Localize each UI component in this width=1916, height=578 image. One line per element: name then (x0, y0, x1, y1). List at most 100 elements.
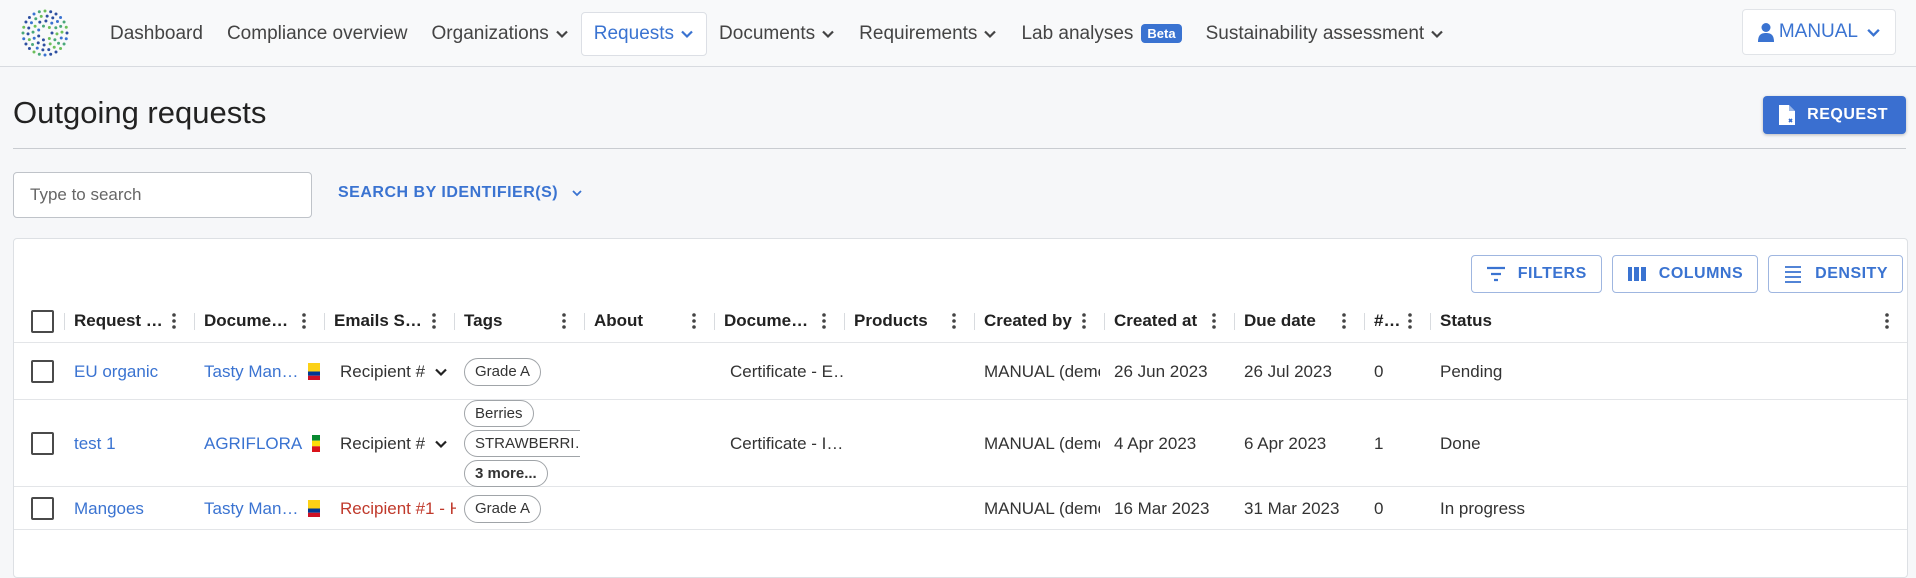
column-separator[interactable] (1104, 313, 1105, 330)
column-header-label: # … (1374, 311, 1400, 330)
column-header[interactable]: Created by (984, 299, 1074, 343)
column-menu-icon[interactable] (1408, 313, 1412, 329)
column-menu-icon[interactable] (1082, 313, 1086, 329)
logo-dot (31, 30, 35, 34)
density-button[interactable]: DENSITY (1768, 255, 1903, 293)
column-separator[interactable] (1364, 313, 1365, 330)
column-header[interactable]: Due date (1244, 299, 1334, 343)
column-header[interactable]: Products (854, 299, 944, 343)
column-menu-icon[interactable] (692, 313, 696, 329)
chevron-down-icon (572, 190, 582, 197)
logo-dot (44, 19, 48, 23)
logo-dot (27, 38, 31, 42)
nav-item-documents[interactable]: Documents (707, 12, 847, 56)
column-menu-icon[interactable] (172, 313, 176, 329)
logo-dot (33, 24, 37, 28)
logo-dot (37, 34, 41, 38)
logo-dot (37, 28, 41, 32)
email-status-select[interactable]: Recipient # (340, 434, 448, 454)
more-tags-chip[interactable]: 3 more... (464, 460, 548, 487)
document-provider-link[interactable]: Tasty Man… (204, 499, 298, 519)
logo-dot (34, 17, 38, 21)
column-header[interactable]: Request title (74, 299, 164, 343)
column-header[interactable]: Document p… (204, 299, 294, 343)
logo-dot (38, 20, 42, 24)
column-menu-icon[interactable] (432, 313, 436, 329)
created-by-text: MANUAL (demoag (984, 433, 1100, 453)
table-row[interactable]: Mangoes Tasty Man… Recipient #1 - H Grade A… (14, 487, 1907, 530)
new-request-button[interactable]: REQUEST (1763, 96, 1906, 134)
logo-dot (51, 16, 55, 20)
column-separator[interactable] (714, 313, 715, 330)
column-header[interactable]: Emails Stat… (334, 299, 424, 343)
column-header[interactable]: Document T… (724, 299, 814, 343)
column-header-label: Status (1440, 311, 1492, 330)
column-separator[interactable] (64, 313, 65, 330)
column-separator[interactable] (584, 313, 585, 330)
logo-dot (64, 25, 68, 29)
about-cell (594, 400, 710, 487)
table-row[interactable]: EU organic Tasty Man… Recipient # Grade A Ce… (14, 343, 1907, 400)
request-title-link[interactable]: test 1 (74, 434, 116, 454)
column-header[interactable]: About (594, 299, 684, 343)
column-separator[interactable] (454, 313, 455, 330)
column-header-label: Document T… (724, 311, 814, 330)
user-name: MANUAL (1778, 21, 1858, 42)
column-separator[interactable] (974, 313, 975, 330)
request-title-cell: Mangoes (74, 487, 190, 530)
logo-dot (35, 46, 39, 50)
document-provider-link[interactable]: Tasty Man… (204, 362, 298, 382)
document-provider-link[interactable]: AGRIFLORA (204, 434, 302, 454)
company-logo[interactable] (19, 7, 71, 59)
column-separator[interactable] (1430, 313, 1431, 330)
search-input[interactable] (13, 172, 312, 218)
nav-item-dashboard[interactable]: Dashboard (98, 12, 215, 56)
nav-item-requirements[interactable]: Requirements (847, 12, 1009, 56)
row-checkbox[interactable] (31, 497, 54, 520)
row-checkbox[interactable] (31, 360, 54, 383)
column-menu-icon[interactable] (302, 313, 306, 329)
column-header[interactable]: Created at (1114, 299, 1204, 343)
column-separator[interactable] (1234, 313, 1235, 330)
request-title-link[interactable]: EU organic (74, 362, 158, 382)
logo-dot (37, 52, 41, 56)
email-status-select[interactable]: Recipient # (340, 362, 448, 382)
filters-button[interactable]: FILTERS (1470, 255, 1602, 293)
tag-chip: STRAWBERRI… (464, 430, 580, 457)
column-menu-icon[interactable] (1342, 313, 1346, 329)
nav-item-lab-analyses[interactable]: Lab analyses Beta (1009, 12, 1193, 56)
column-header[interactable]: # … (1374, 299, 1400, 343)
nav-item-label: Dashboard (110, 22, 203, 44)
search-by-identifier-button[interactable]: SEARCH BY IDENTIFIER(S) (338, 184, 584, 202)
logo-dot (43, 53, 47, 57)
column-menu-icon[interactable] (1885, 313, 1889, 329)
logo-dot (41, 38, 45, 42)
density-label: DENSITY (1815, 265, 1888, 282)
logo-dot (42, 43, 46, 47)
column-menu-icon[interactable] (562, 313, 566, 329)
columns-button[interactable]: COLUMNS (1611, 255, 1759, 293)
nav-item-compliance-overview[interactable]: Compliance overview (215, 12, 420, 56)
logo-dot (59, 47, 63, 51)
colombia-flag-icon (308, 500, 320, 517)
nav-item-sustainability-assessment[interactable]: Sustainability assessment (1194, 12, 1457, 56)
request-title-link[interactable]: Mangoes (74, 499, 144, 519)
column-header[interactable]: Status (1440, 299, 1877, 343)
about-cell (594, 343, 710, 400)
user-menu-button[interactable]: MANUAL (1741, 9, 1896, 55)
nav-item-requests[interactable]: Requests (580, 11, 708, 56)
table-row[interactable]: test 1 AGRIFLORA Recipient # Berries STRAWBE… (14, 400, 1907, 487)
tag-chip: Grade A (464, 357, 542, 386)
row-checkbox[interactable] (31, 432, 54, 455)
due-date-cell: 31 Mar 2023 (1244, 487, 1360, 530)
column-menu-icon[interactable] (952, 313, 956, 329)
column-separator[interactable] (844, 313, 845, 330)
nav-item-organizations[interactable]: Organizations (420, 12, 581, 56)
select-all-checkbox[interactable] (31, 309, 54, 333)
column-menu-icon[interactable] (1212, 313, 1216, 329)
column-header[interactable]: Tags (464, 299, 554, 343)
chevron-down-icon (984, 30, 997, 38)
column-menu-icon[interactable] (822, 313, 826, 329)
column-separator[interactable] (194, 313, 195, 330)
column-separator[interactable] (324, 313, 325, 330)
